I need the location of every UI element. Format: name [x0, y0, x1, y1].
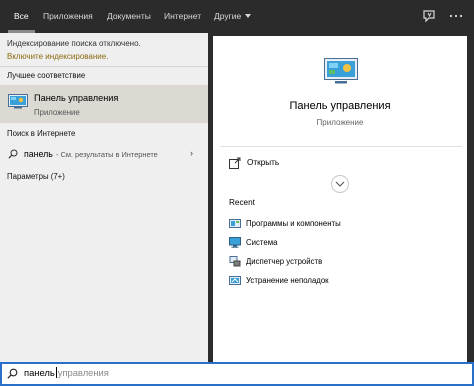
search-icon — [7, 368, 18, 379]
chevron-down-icon — [335, 181, 345, 187]
divider — [0, 66, 208, 67]
recent-item[interactable]: Программы и компоненты — [229, 218, 459, 232]
recent-heading: Recent — [229, 198, 255, 207]
search-scope-tabs: Все Приложения Документы Интернет Другие — [0, 0, 474, 33]
preview-panel: Панель управления Приложение Открыть Rec… — [213, 36, 467, 362]
preview-title: Панель управления — [289, 100, 391, 112]
search-box[interactable]: панель управления — [0, 362, 474, 386]
best-match-name: Панель управления — [34, 93, 119, 103]
tab-all[interactable]: Все — [8, 0, 35, 33]
preview-subtitle: Приложение — [316, 118, 364, 127]
best-match-heading: Лучшее соответствие — [7, 71, 86, 80]
indexing-notice: Индексирование поиска отключено. — [7, 39, 141, 48]
tab-more[interactable]: Другие — [214, 0, 252, 33]
web-search-heading: Поиск в Интернете — [7, 129, 76, 138]
best-match-type: Приложение — [34, 108, 80, 117]
more-options-icon[interactable] — [448, 8, 464, 24]
system-icon — [229, 237, 241, 248]
search-suggestion: управления — [57, 367, 109, 378]
text-cursor — [55, 367, 57, 378]
results-panel: Индексирование поиска отключено. Включит… — [0, 33, 208, 362]
control-panel-icon — [8, 94, 28, 109]
chevron-down-icon — [245, 14, 252, 19]
settings-heading[interactable]: Параметры (7+) — [7, 172, 65, 181]
recent-item[interactable]: Диспетчер устройств — [229, 256, 459, 270]
best-match-item[interactable]: Панель управления Приложение — [0, 85, 208, 123]
web-search-query: панель — [24, 149, 53, 159]
tab-more-label: Другие — [214, 11, 242, 21]
recent-item-label: Система — [246, 238, 278, 247]
tab-web[interactable]: Интернет — [164, 0, 201, 33]
expand-button[interactable] — [331, 175, 349, 193]
feedback-icon[interactable] — [421, 8, 437, 24]
web-search-result[interactable]: панель - См. результаты в Интернете › — [0, 146, 208, 164]
divider — [220, 146, 462, 147]
recent-item-label: Устранение неполадок — [246, 276, 329, 285]
recent-item-label: Программы и компоненты — [246, 219, 341, 228]
programs-icon — [229, 218, 241, 229]
open-label: Открыть — [247, 158, 280, 167]
chevron-right-icon[interactable]: › — [190, 148, 193, 158]
control-panel-icon — [324, 58, 358, 84]
search-typed-text: панель — [24, 367, 55, 378]
recent-item[interactable]: Система — [229, 237, 459, 251]
enable-indexing-link[interactable]: Включите индексирование. — [7, 52, 108, 61]
recent-item-label: Диспетчер устройств — [246, 257, 323, 266]
recent-item[interactable]: Устранение неполадок — [229, 275, 459, 289]
troubleshoot-icon — [229, 275, 241, 286]
search-icon — [8, 149, 18, 159]
web-search-suffix: - См. результаты в Интернете — [56, 150, 158, 159]
open-icon — [229, 157, 241, 169]
search-input[interactable]: панель управления — [24, 367, 109, 378]
tab-apps[interactable]: Приложения — [43, 0, 93, 33]
device-manager-icon — [229, 256, 241, 267]
tab-documents[interactable]: Документы — [107, 0, 151, 33]
